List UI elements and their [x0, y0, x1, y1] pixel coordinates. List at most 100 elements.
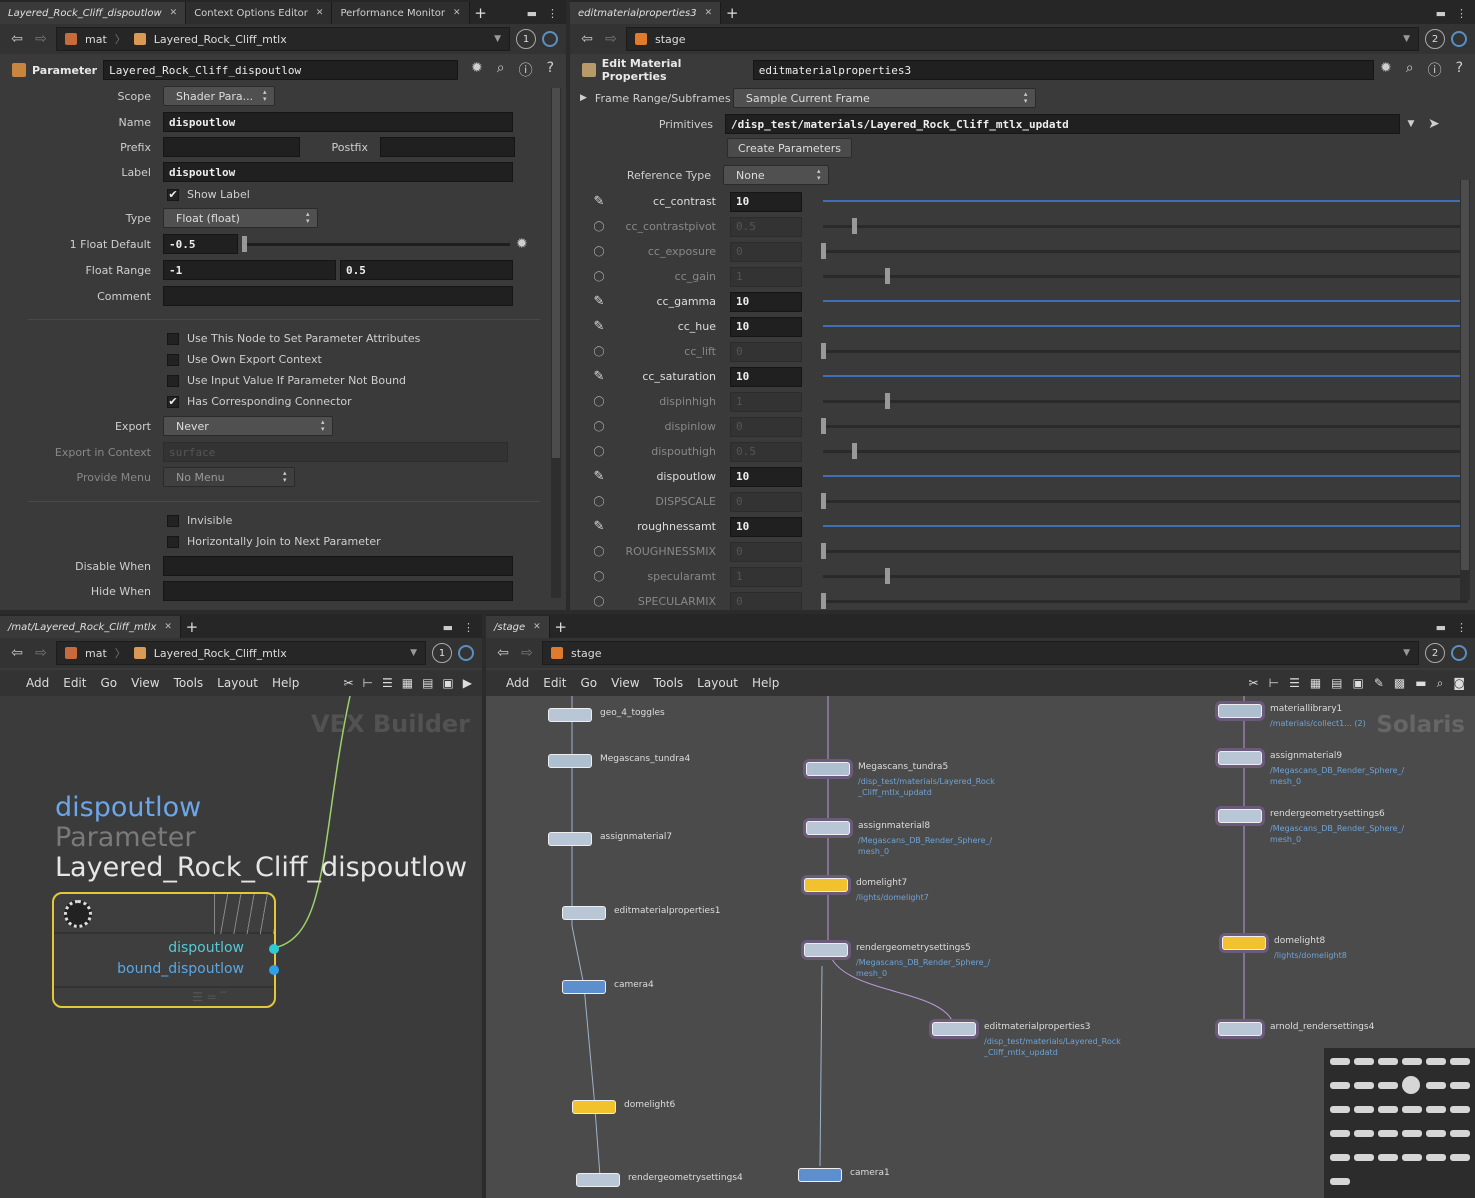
- node-shape-swatch[interactable]: [1330, 1178, 1350, 1185]
- pane-menu-icon[interactable]: ⋮: [1456, 7, 1467, 20]
- help-icon[interactable]: ?: [1456, 60, 1463, 80]
- node-shape-swatch[interactable]: [1330, 1058, 1350, 1065]
- maximize-icon[interactable]: ▬: [527, 7, 537, 20]
- slider-handle[interactable]: [242, 236, 247, 252]
- menu-view[interactable]: View: [611, 676, 639, 690]
- stage-node[interactable]: domelight8/lights/domelight8: [1222, 936, 1347, 960]
- chevron-down-icon[interactable]: ▼: [410, 648, 417, 658]
- path-field[interactable]: stage ▼: [626, 27, 1419, 51]
- path-field[interactable]: mat 〉 Layered_Rock_Cliff_mtlx ▼: [56, 27, 510, 51]
- add-tab-icon[interactable]: +: [470, 2, 492, 24]
- slider-handle[interactable]: [852, 218, 858, 234]
- pencil-icon[interactable]: ✎: [588, 369, 610, 384]
- hide-when-field[interactable]: [163, 581, 513, 601]
- box-icon[interactable]: ▬: [1415, 676, 1426, 691]
- back-icon[interactable]: ⇦: [578, 31, 596, 47]
- node-shape-swatch[interactable]: [1354, 1154, 1374, 1161]
- stage-node[interactable]: assignmaterial8/Megascans_DB_Render_Sphe…: [806, 821, 992, 856]
- pane-link-number[interactable]: 1: [516, 29, 536, 49]
- param-slider[interactable]: [823, 393, 1468, 409]
- node-body[interactable]: [804, 878, 848, 892]
- image-icon[interactable]: ▣: [1353, 676, 1364, 691]
- chevron-down-icon[interactable]: ▼: [494, 34, 501, 44]
- node-body[interactable]: [806, 762, 850, 776]
- pencil-icon[interactable]: ✎: [588, 294, 610, 309]
- chevron-down-icon[interactable]: ▼: [1403, 648, 1410, 658]
- stage-node[interactable]: Megascans_tundra4: [548, 754, 690, 768]
- type-menu[interactable]: Float (float): [163, 208, 318, 228]
- param-slider[interactable]: [821, 343, 1468, 359]
- node-shape-swatch[interactable]: [1426, 1082, 1446, 1089]
- node-body[interactable]: [806, 821, 850, 835]
- param-slider[interactable]: [823, 368, 1470, 384]
- tab-mat-network[interactable]: /mat/Layered_Rock_Cliff_mtlx ✕: [0, 616, 181, 638]
- prefix-field[interactable]: [163, 137, 300, 157]
- close-icon[interactable]: ✕: [164, 622, 172, 632]
- param-slider[interactable]: [823, 568, 1468, 584]
- name-field[interactable]: dispoutlow: [163, 112, 513, 132]
- circle-icon[interactable]: ◯: [588, 546, 610, 557]
- node-shape-swatch[interactable]: [1378, 1082, 1398, 1089]
- circle-icon[interactable]: ◯: [588, 396, 610, 407]
- slider-handle[interactable]: [821, 493, 826, 509]
- float-default-field[interactable]: -0.5: [163, 234, 238, 254]
- menu-tools[interactable]: Tools: [174, 676, 204, 690]
- circle-icon[interactable]: ◯: [588, 221, 610, 232]
- pane-link-number[interactable]: 1: [432, 643, 452, 663]
- scrollbar[interactable]: [1460, 180, 1470, 600]
- stage-node[interactable]: domelight6: [572, 1100, 675, 1114]
- checkbox[interactable]: [167, 353, 179, 366]
- param-value-field[interactable]: 10: [730, 366, 802, 387]
- pin-icon[interactable]: [1451, 31, 1467, 47]
- disable-when-field[interactable]: [163, 556, 513, 576]
- close-icon[interactable]: ✕: [453, 8, 461, 18]
- circle-icon[interactable]: ◯: [588, 571, 610, 582]
- param-value-field[interactable]: 10: [730, 291, 802, 312]
- comment-field[interactable]: [163, 286, 513, 306]
- maximize-icon[interactable]: ▬: [1436, 621, 1446, 634]
- slider-handle[interactable]: [821, 418, 826, 434]
- forward-icon[interactable]: ⇨: [32, 645, 50, 661]
- circle-icon[interactable]: ◯: [588, 246, 610, 257]
- stage-node[interactable]: assignmaterial7: [548, 832, 672, 846]
- checkbox[interactable]: [167, 332, 179, 345]
- node-shape-swatch[interactable]: [1354, 1106, 1374, 1113]
- param-slider[interactable]: [823, 268, 1468, 284]
- node-shape-swatch[interactable]: [1450, 1058, 1470, 1065]
- export-menu[interactable]: Never: [163, 416, 333, 436]
- pencil-icon[interactable]: ✎: [588, 194, 610, 209]
- close-icon[interactable]: ✕: [705, 8, 713, 18]
- forward-icon[interactable]: ⇨: [602, 31, 620, 47]
- frame-range-menu[interactable]: Sample Current Frame: [732, 88, 1036, 108]
- node-shape-swatch[interactable]: [1330, 1106, 1350, 1113]
- maximize-icon[interactable]: ▬: [443, 621, 453, 634]
- stage-node[interactable]: rendergeometrysettings5/Megascans_DB_Ren…: [804, 943, 990, 978]
- node-name-field[interactable]: Layered_Rock_Cliff_dispoutlow: [103, 60, 459, 80]
- node-shape-swatch[interactable]: [1426, 1154, 1446, 1161]
- scope-menu[interactable]: Shader Para...: [163, 86, 275, 106]
- node-body[interactable]: [798, 1168, 842, 1182]
- menu-edit[interactable]: Edit: [543, 676, 566, 690]
- more-icon[interactable]: ▶: [463, 676, 472, 690]
- circle-icon[interactable]: ◯: [588, 446, 610, 457]
- tree-icon[interactable]: ⊢: [1269, 676, 1279, 691]
- chevron-down-icon[interactable]: ▼: [1403, 34, 1410, 44]
- pane-menu-icon[interactable]: ⋮: [463, 621, 474, 634]
- tab-context-options[interactable]: Context Options Editor ✕: [186, 2, 333, 24]
- node-shape-swatch[interactable]: [1354, 1058, 1374, 1065]
- menu-help[interactable]: Help: [272, 676, 299, 690]
- back-icon[interactable]: ⇦: [494, 645, 512, 661]
- node-body[interactable]: [1218, 1022, 1262, 1036]
- node-shape-swatch[interactable]: [1402, 1154, 1422, 1161]
- info-icon[interactable]: ⓘ: [1428, 60, 1442, 80]
- add-tab-icon[interactable]: +: [181, 616, 203, 638]
- slider-handle[interactable]: [884, 393, 890, 409]
- menu-go[interactable]: Go: [580, 676, 597, 690]
- tab-stage[interactable]: /stage ✕: [486, 616, 550, 638]
- add-tab-icon[interactable]: +: [550, 616, 572, 638]
- node-shape-swatch[interactable]: [1330, 1130, 1350, 1137]
- circle-icon[interactable]: ◯: [588, 596, 610, 607]
- list-icon[interactable]: ☰: [382, 676, 393, 690]
- grid-icon[interactable]: ▦: [402, 676, 413, 690]
- param-value-field[interactable]: 10: [730, 516, 802, 537]
